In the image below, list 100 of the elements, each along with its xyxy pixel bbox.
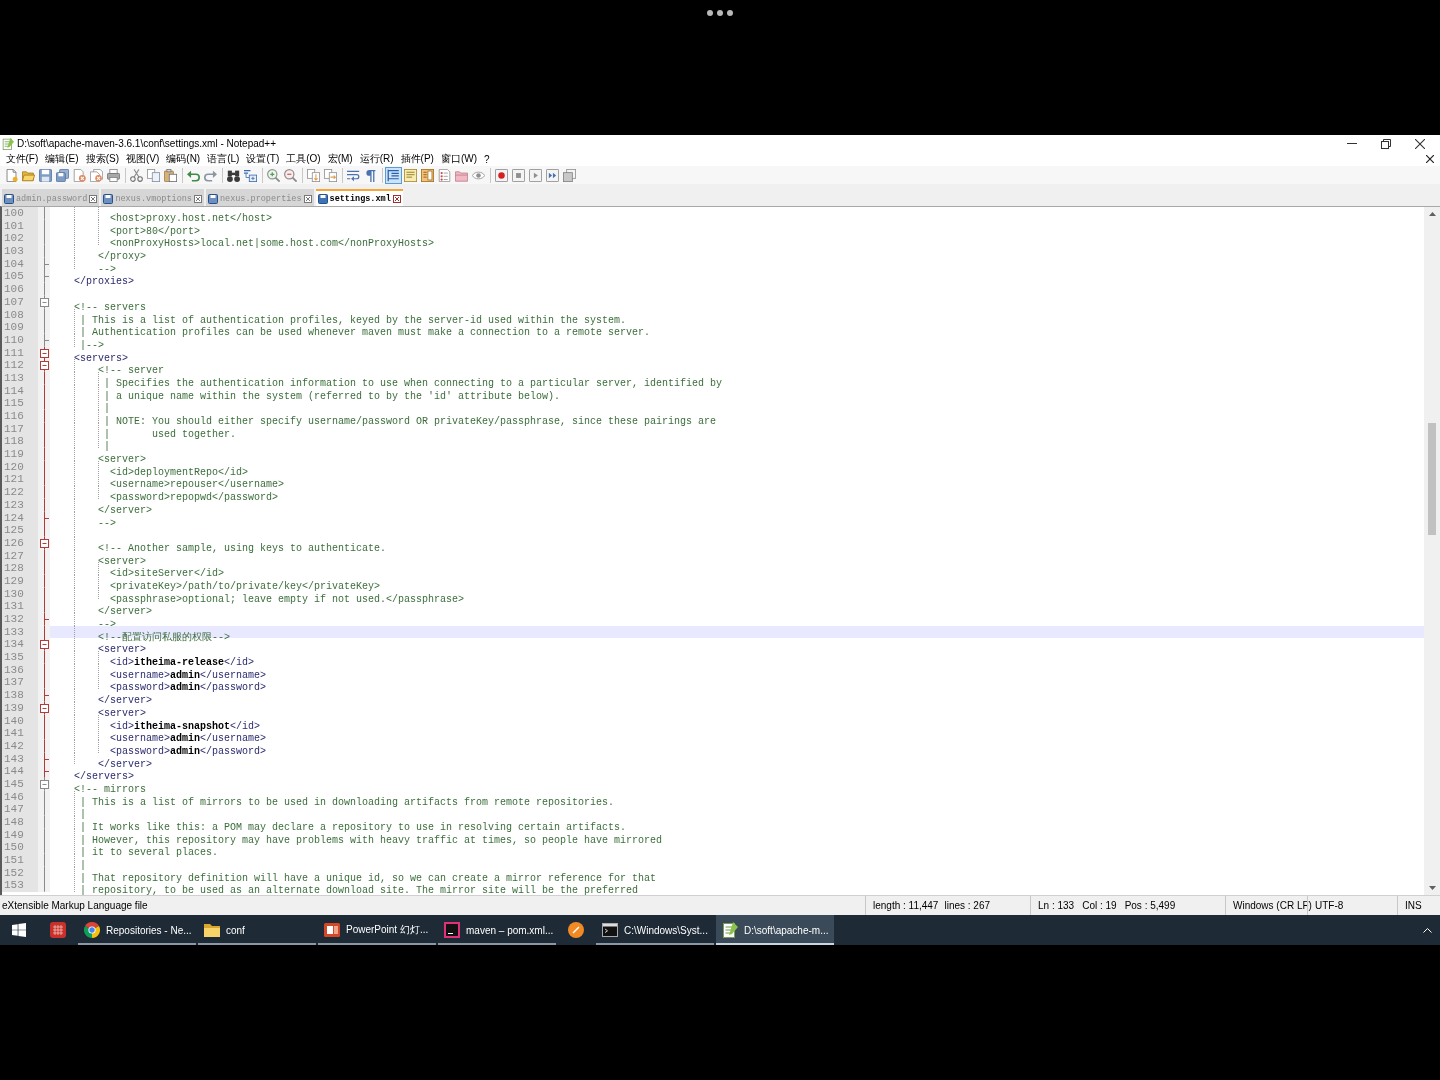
line-number: 113 [4,371,24,385]
column-label: Col : 19 [1082,900,1117,911]
toolbar-button[interactable] [385,166,402,184]
line-number: 150 [4,841,24,855]
line-number: 135 [4,651,24,664]
line-number: 141 [4,727,24,740]
line-number: 121 [4,473,24,487]
menu-item[interactable]: 编码(N) [162,152,204,166]
line-number: 111 [4,346,24,360]
line-number: 125 [4,524,24,537]
code-line: <privateKey>/path/to/private/key</privateKey> [109,580,381,592]
scroll-up-icon[interactable] [1428,212,1436,216]
code-line: <!--配置访问私服的权限--> [97,631,230,643]
taskbar-button[interactable]: C:\Windows\Syst... [596,915,714,945]
more-icon [707,10,733,16]
fold-toggle-icon[interactable] [39,346,49,360]
close-icon[interactable] [89,194,98,203]
fold-toggle-icon[interactable] [39,777,49,791]
code-line: | This is a list of authentication profiles, keyed by the server-id used within the system. [79,314,627,326]
menu-item[interactable]: 语言(L) [203,152,243,166]
menu-item[interactable]: 设置(T) [242,152,283,166]
grid-tile-icon [50,922,66,938]
menu-item[interactable]: 文件(F) [2,152,42,166]
code-line: <nonProxyHosts>local.net|some.host.com</nonProxyHosts> [109,238,435,250]
code-line: | It works like this: a POM may declare a repository to use in resolving certain artifacts. [79,822,627,833]
fold-toggle-icon[interactable] [39,638,49,652]
code-line: <server> [97,555,146,567]
minimize-icon [1347,143,1357,144]
fold-toggle-icon[interactable] [39,295,49,309]
scroll-down-icon[interactable] [1428,886,1436,890]
line-number: 133 [4,625,24,639]
code-line: <password>repopwd</password> [109,492,279,504]
menu-item[interactable]: 搜索(S) [82,152,123,166]
presentation-icon [324,922,340,938]
menu-item[interactable]: 工具(O) [282,152,325,166]
fold-toggle-icon[interactable] [39,359,49,372]
code-line: </proxy> [97,251,146,263]
file-type-label: eXtensible Markup Language file [2,900,148,911]
code-line: --> [97,517,116,529]
code-line: | Specifies the authentication information to use when connecting to a particular server, identified by [103,377,723,389]
line-number: 123 [4,498,24,512]
code-line: <!-- mirrors [73,783,146,795]
line-number: 140 [4,714,24,728]
toolbar-button[interactable] [493,166,510,184]
taskbar-button[interactable]: conf [198,915,316,945]
code-line: <server> [97,454,146,466]
code-line: <port>80</port> [109,225,201,237]
line-number: 112 [4,359,24,372]
taskbar-button[interactable]: D:\soft\apache-m... [716,915,834,945]
notepad-icon [722,922,738,938]
line-number: 139 [4,701,24,715]
close-icon[interactable] [392,194,401,203]
line-number: 149 [4,828,24,842]
line-number: 134 [4,638,24,652]
close-icon[interactable] [303,194,312,203]
pilcrow-icon [364,168,377,182]
chevron-up-icon [1422,927,1432,933]
code-line: </proxies> [73,276,135,288]
close-icon[interactable] [193,194,202,203]
line-number: 131 [4,600,24,613]
menu-item[interactable]: ? [480,153,494,165]
line-number: 132 [4,613,24,626]
line-number: 138 [4,689,24,702]
code-line: | However, this repository may have problems with heavy traffic at times, so people have mirrored [79,834,663,846]
folder-icon [22,168,35,182]
menu-item[interactable]: 窗口(W) [437,152,481,166]
line-number: 119 [4,448,24,461]
code-line: </server> [97,606,153,618]
toolbar-button[interactable] [544,166,561,184]
line-number: 101 [4,219,24,233]
code-line: <!-- server [97,365,165,377]
code-line: <passphrase>optional; leave empty if not used.</passphrase> [109,593,465,605]
tab[interactable]: settings.xml [315,189,403,206]
taskbar-button[interactable]: maven – pom.xml... [438,915,556,945]
line-number: 143 [4,752,24,766]
fold-toggle-icon[interactable] [39,536,49,550]
line-number: 115 [4,397,24,410]
four-panes-icon [12,923,26,937]
close-document-button[interactable] [1426,155,1434,163]
code-line: --> [97,263,116,275]
menu-item[interactable]: 编辑(E) [41,152,83,166]
menu-item[interactable]: 插件(P) [397,152,438,166]
menu-item[interactable]: 宏(M) [324,152,357,166]
line-number: 147 [4,803,24,816]
code-line: </server> [97,758,153,770]
taskbar-button[interactable]: PowerPoint 幻灯... [318,915,436,945]
line-number: 107 [4,295,24,309]
line-number: 137 [4,676,24,690]
word-wrap-icon [347,168,360,182]
line-number: 152 [4,866,24,880]
floppy-icon [317,193,328,204]
code-line: </server> [97,504,153,516]
menu-item[interactable]: 视图(V) [122,152,163,166]
code-line: |--> [79,339,104,351]
scrollbar-thumb[interactable] [1428,423,1436,535]
length-label: length : 11,447 [873,900,939,911]
fold-toggle-icon[interactable] [39,701,49,715]
taskbar-button[interactable]: Repositories - Ne... [78,915,196,945]
code-line: | [103,403,110,415]
menu-item[interactable]: 运行(R) [356,152,398,166]
